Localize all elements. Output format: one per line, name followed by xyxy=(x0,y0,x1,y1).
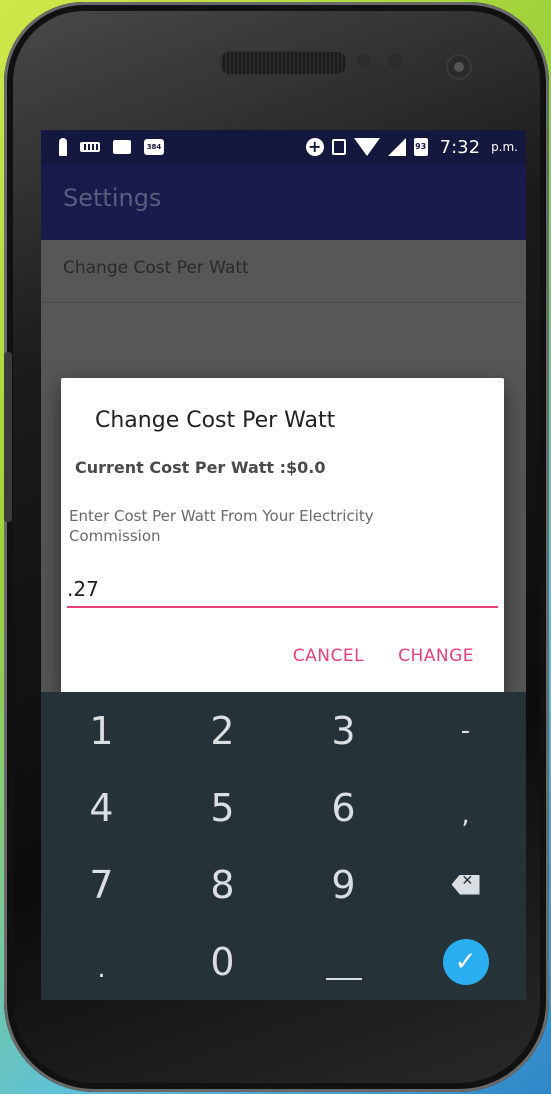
checkmark-icon: ✓ xyxy=(442,938,489,985)
backspace-icon xyxy=(451,874,480,895)
change-cost-dialog: Change Cost Per Watt Current Cost Per Wa… xyxy=(61,378,504,694)
settings-content: Change Cost Per Watt Change Cost Per Wat… xyxy=(41,240,526,694)
cost-hint-label: Enter Cost Per Watt From Your Electricit… xyxy=(69,507,374,545)
page-title: Settings xyxy=(63,184,162,212)
key-enter[interactable]: ✓ xyxy=(405,923,526,1000)
pref-item-change-cost[interactable]: Change Cost Per Watt xyxy=(63,258,249,278)
keyboard-icon xyxy=(80,142,100,152)
key-minus[interactable]: - xyxy=(405,692,526,769)
key-1[interactable]: 1 xyxy=(41,692,162,769)
key-6[interactable]: 6 xyxy=(283,769,404,846)
space-icon xyxy=(325,977,362,980)
front-camera xyxy=(446,54,472,80)
numeric-keyboard: 1 2 3 - 4 5 6 , 7 8 9 . 0 ✓ xyxy=(41,692,526,1000)
key-3[interactable]: 3 xyxy=(283,692,404,769)
calendar-icon: 384 xyxy=(144,139,164,155)
key-4[interactable]: 4 xyxy=(41,769,162,846)
cancel-button[interactable]: CANCEL xyxy=(293,646,364,666)
key-5[interactable]: 5 xyxy=(162,769,283,846)
battery-icon: 93 xyxy=(413,138,428,156)
change-button[interactable]: CHANGE xyxy=(398,646,474,666)
image-icon xyxy=(113,140,131,154)
proximity-sensor xyxy=(357,54,371,68)
key-period[interactable]: . xyxy=(41,930,162,1000)
dialog-actions: CANCEL CHANGE xyxy=(293,646,474,666)
clock-ampm: p.m. xyxy=(491,140,518,154)
key-9[interactable]: 9 xyxy=(283,846,404,923)
key-space[interactable] xyxy=(283,923,404,1000)
key-2[interactable]: 2 xyxy=(162,692,283,769)
side-button xyxy=(4,352,12,522)
current-cost-label: Current Cost Per Watt :$0.0 xyxy=(75,458,326,477)
wifi-icon xyxy=(353,138,380,156)
signal-icon xyxy=(387,138,406,156)
earpiece-speaker xyxy=(219,50,348,76)
nfc-icon xyxy=(331,139,346,155)
person-icon xyxy=(59,138,67,156)
phone-frame: 384 + 93 7:32 p.m. Settings Change Cost P… xyxy=(4,2,549,1092)
divider xyxy=(41,302,526,303)
light-sensor xyxy=(388,54,402,68)
status-bar: 384 + 93 7:32 p.m. xyxy=(41,130,526,164)
key-8[interactable]: 8 xyxy=(162,846,283,923)
app-bar: Settings xyxy=(41,164,526,240)
dialog-title: Change Cost Per Watt xyxy=(95,408,336,433)
key-backspace[interactable] xyxy=(405,846,526,923)
plus-circle-icon: + xyxy=(305,138,324,156)
key-0[interactable]: 0 xyxy=(162,923,283,1000)
cost-input[interactable] xyxy=(67,572,498,608)
key-7[interactable]: 7 xyxy=(41,846,162,923)
screen: 384 + 93 7:32 p.m. Settings Change Cost P… xyxy=(41,130,526,1000)
key-comma[interactable]: , xyxy=(405,776,526,853)
clock-time: 7:32 xyxy=(439,136,481,158)
